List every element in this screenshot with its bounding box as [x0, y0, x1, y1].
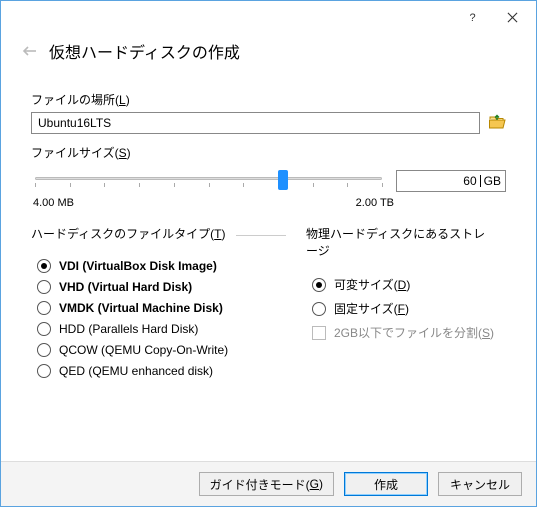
location-label: ファイルの場所(L) [31, 91, 506, 108]
cancel-button[interactable]: キャンセル [438, 472, 522, 496]
slider-min-label: 4.00 MB [33, 197, 74, 209]
slider-max-label: 2.00 TB [356, 197, 394, 209]
radio-label: VHD (Virtual Hard Disk) [59, 280, 192, 294]
radio-label: HDD (Parallels Hard Disk) [59, 322, 198, 336]
split-checkbox [312, 326, 326, 340]
guided-mode-button[interactable]: ガイド付きモード(G) [199, 472, 334, 496]
header: 仮想ハードディスクの作成 [1, 33, 536, 81]
filetype-group: ハードディスクのファイルタイプ(T) VDI (VirtualBox Disk … [31, 225, 286, 385]
filesize-label: ファイルサイズ(S) [31, 144, 506, 161]
svg-text:?: ? [469, 12, 475, 23]
slider-thumb[interactable] [278, 170, 288, 190]
text-cursor [480, 175, 481, 187]
storage-radio-1[interactable]: 固定サイズ(F) [312, 300, 506, 317]
radio-icon [312, 302, 326, 316]
radio-icon [37, 364, 51, 378]
page-title: 仮想ハードディスクの作成 [49, 39, 240, 63]
radio-label: QCOW (QEMU Copy-On-Write) [59, 343, 228, 357]
filesize-slider[interactable] [31, 167, 386, 195]
browse-folder-icon[interactable] [488, 114, 506, 132]
content: ファイルの場所(L) Ubuntu16LTS ファイルサイズ(S) 60GB 4… [1, 91, 536, 385]
radio-icon [37, 301, 51, 315]
close-icon[interactable] [492, 3, 532, 31]
radio-label: 固定サイズ(F) [334, 300, 409, 317]
location-input[interactable]: Ubuntu16LTS [31, 112, 480, 134]
filetype-radio-3[interactable]: HDD (Parallels Hard Disk) [37, 322, 286, 336]
radio-icon [37, 259, 51, 273]
radio-icon [37, 280, 51, 294]
radio-label: QED (QEMU enhanced disk) [59, 364, 213, 378]
storage-group: 物理ハードディスクにあるストレージ 可変サイズ(D) 固定サイズ(F) 2GB以下… [306, 225, 506, 385]
split-checkbox-row: 2GB以下でファイルを分割(S) [312, 324, 506, 341]
radio-icon [37, 343, 51, 357]
help-icon[interactable]: ? [452, 3, 492, 31]
footer: ガイド付きモード(G) 作成 キャンセル [1, 461, 536, 506]
radio-label: VDI (VirtualBox Disk Image) [59, 259, 217, 273]
filetype-radio-2[interactable]: VMDK (Virtual Machine Disk) [37, 301, 286, 315]
filetype-radio-0[interactable]: VDI (VirtualBox Disk Image) [37, 259, 286, 273]
filetype-group-label: ハードディスクのファイルタイプ(T) [31, 225, 226, 242]
filesize-input[interactable]: 60GB [396, 170, 506, 192]
storage-group-label: 物理ハードディスクにあるストレージ [306, 225, 496, 259]
radio-icon [37, 322, 51, 336]
back-icon[interactable] [21, 42, 39, 60]
create-button[interactable]: 作成 [344, 472, 428, 496]
titlebar: ? [1, 1, 536, 33]
filetype-radio-1[interactable]: VHD (Virtual Hard Disk) [37, 280, 286, 294]
radio-icon [312, 278, 326, 292]
filetype-radio-4[interactable]: QCOW (QEMU Copy-On-Write) [37, 343, 286, 357]
radio-label: VMDK (Virtual Machine Disk) [59, 301, 223, 315]
radio-label: 可変サイズ(D) [334, 276, 410, 293]
filetype-radio-5[interactable]: QED (QEMU enhanced disk) [37, 364, 286, 378]
split-label: 2GB以下でファイルを分割(S) [334, 324, 494, 341]
storage-radio-0[interactable]: 可変サイズ(D) [312, 276, 506, 293]
